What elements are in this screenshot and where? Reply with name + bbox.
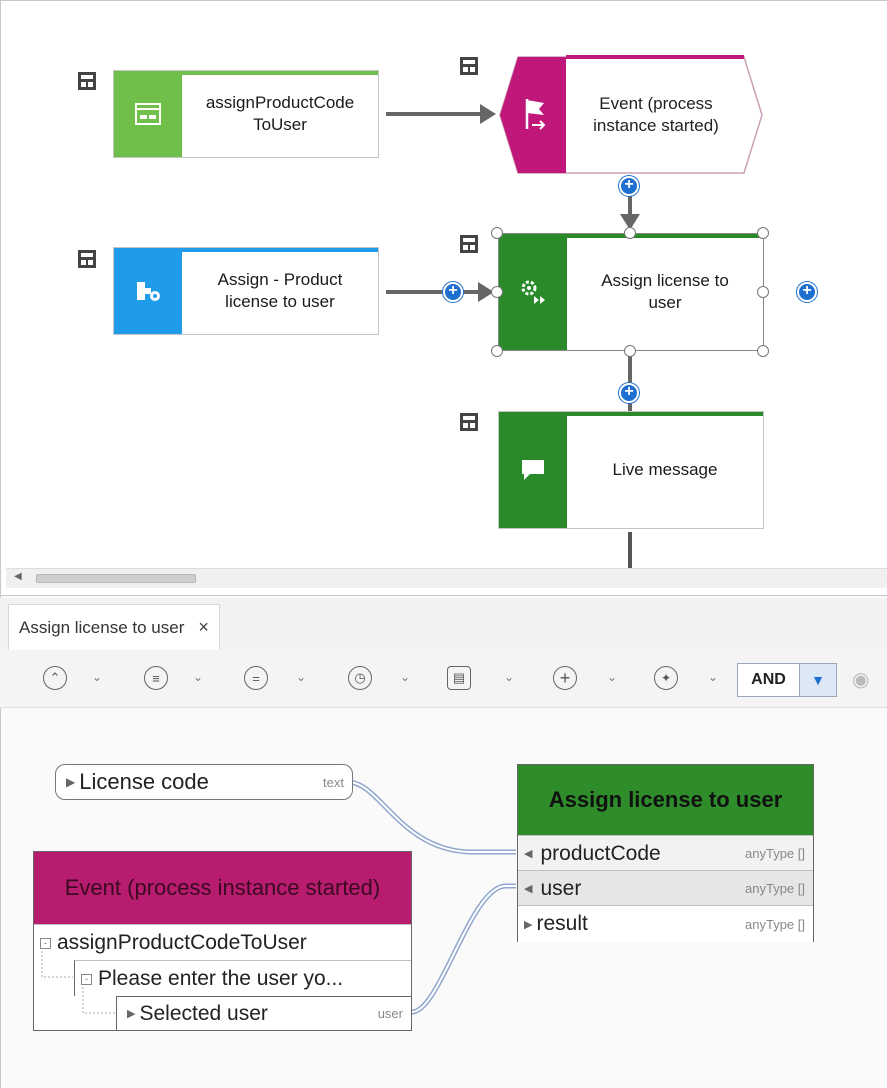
chevron-down-icon[interactable]: ⌄ <box>708 670 718 684</box>
structure-icon[interactable] <box>460 235 478 253</box>
node-assign-product-code[interactable]: assignProductCode ToUser <box>113 70 379 158</box>
box-title: Assign license to user <box>518 765 813 835</box>
box-title: Event (process instance started) <box>34 852 411 924</box>
tab-label: Assign license to user <box>19 617 185 637</box>
input-arrow-icon: ◀ <box>524 848 533 860</box>
expand-arrow-icon[interactable]: ▶ <box>66 775 75 789</box>
chevron-down-icon[interactable]: ⌄ <box>400 670 410 684</box>
add-circle-icon[interactable]: + <box>553 666 577 690</box>
add-connection-icon[interactable] <box>443 282 463 302</box>
close-icon[interactable]: × <box>198 617 209 638</box>
resize-handle[interactable] <box>491 227 503 239</box>
tree-label: Selected user <box>139 1001 268 1025</box>
automated-task-icon <box>499 234 567 350</box>
structure-icon[interactable] <box>460 413 478 431</box>
eye-icon[interactable]: ◉ <box>852 667 869 692</box>
collapse-up-icon[interactable]: ⌃ <box>43 666 67 690</box>
node-label: assignProductCode ToUser <box>205 93 355 134</box>
row-label: user <box>540 876 582 900</box>
chevron-down-icon[interactable]: ⌄ <box>193 670 203 684</box>
tree-row-selected-user[interactable]: ▶ Selected user user <box>116 996 411 1030</box>
add-connection-icon[interactable] <box>619 383 639 403</box>
add-connection-icon[interactable] <box>797 282 817 302</box>
resize-handle[interactable] <box>757 286 769 298</box>
node-assign-license-to-user[interactable]: Assign license to user <box>498 233 764 351</box>
field-type: user <box>377 1006 403 1021</box>
resize-handle[interactable] <box>491 345 503 357</box>
target-assign-license-box[interactable]: Assign license to user ◀ productCode any… <box>517 764 814 942</box>
scroll-left-arrow-icon[interactable]: ◀ <box>14 571 22 582</box>
input-arrow-icon: ◀ <box>524 883 533 895</box>
target-row-result[interactable]: ▶ result anyType [] <box>518 905 813 942</box>
date-icon[interactable]: ▤ <box>447 666 471 690</box>
resize-handle[interactable] <box>624 227 636 239</box>
resize-handle[interactable] <box>757 345 769 357</box>
service-gear-icon <box>114 248 182 334</box>
expand-arrow-icon[interactable]: ▶ <box>524 918 532 931</box>
resize-handle[interactable] <box>491 286 503 298</box>
add-connection-icon[interactable] <box>619 176 639 196</box>
field-label: License code <box>79 769 209 794</box>
structure-icon[interactable] <box>78 250 96 268</box>
target-row-productcode[interactable]: ◀ productCode anyType [] <box>518 835 813 871</box>
chevron-down-icon[interactable]: ⌄ <box>607 670 617 684</box>
chevron-down-icon[interactable]: ⌄ <box>504 670 514 684</box>
node-label: Live message <box>612 460 718 479</box>
resize-handle[interactable] <box>624 345 636 357</box>
tree-guides <box>41 951 115 1014</box>
dropdown-arrow-icon[interactable]: ▼ <box>799 664 836 696</box>
node-assign-product-license[interactable]: Assign - Product license to user <box>113 247 379 335</box>
function-icon[interactable]: ✦ <box>654 666 678 690</box>
chat-bubble-icon <box>499 412 567 528</box>
node-label: Assign license to user <box>601 271 729 312</box>
clock-icon[interactable]: ◷ <box>348 666 372 690</box>
operator-value: AND <box>751 671 786 688</box>
row-type: anyType [] <box>745 916 805 932</box>
row-type: anyType [] <box>745 846 805 861</box>
source-license-code[interactable]: ▶ License code text <box>55 764 353 800</box>
row-label: productCode <box>540 841 661 865</box>
target-row-user[interactable]: ◀ user anyType [] <box>518 870 813 906</box>
tab-assign-license[interactable]: Assign license to user × <box>8 604 220 650</box>
expand-arrow-icon[interactable]: ▶ <box>127 1007 135 1020</box>
tree-label: Please enter the user yo... <box>98 967 344 990</box>
node-label: Assign - Product license to user <box>217 270 343 311</box>
field-type: text <box>323 774 344 790</box>
chevron-down-icon[interactable]: ⌄ <box>92 670 102 684</box>
resize-handle[interactable] <box>757 227 769 239</box>
equals-icon[interactable]: = <box>244 666 268 690</box>
list-icon[interactable]: ≡ <box>144 666 168 690</box>
row-type: anyType [] <box>745 881 805 896</box>
structure-icon[interactable] <box>78 72 96 90</box>
node-live-message[interactable]: Live message <box>498 411 764 529</box>
row-label: result <box>536 912 588 935</box>
horizontal-scrollbar[interactable]: ◀ <box>6 568 887 588</box>
structure-icon[interactable] <box>460 57 478 75</box>
chevron-down-icon[interactable]: ⌄ <box>296 670 306 684</box>
tree-row-please-enter[interactable]: - Please enter the user yo... <box>74 960 411 996</box>
scrollbar-thumb[interactable] <box>36 574 196 583</box>
screen-icon <box>114 71 182 157</box>
node-label: Event (process instance started) <box>593 94 719 135</box>
logic-operator-select[interactable]: AND ▼ <box>737 663 837 697</box>
